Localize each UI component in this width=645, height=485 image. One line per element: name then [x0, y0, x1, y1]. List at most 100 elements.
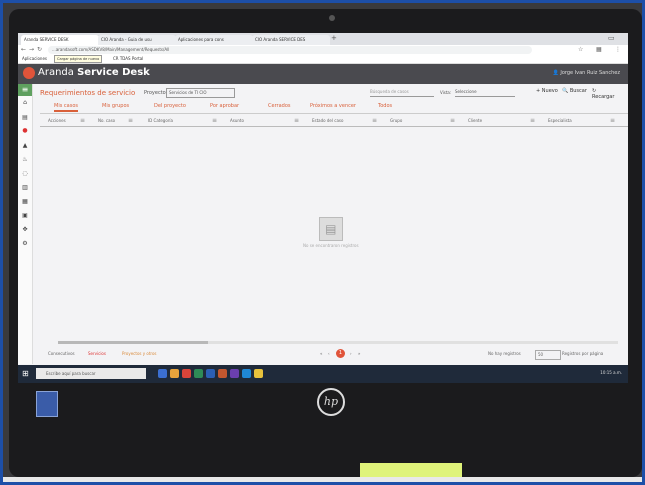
- tab-mis-casos[interactable]: Mis casos: [54, 103, 78, 112]
- last-page-icon[interactable]: »: [358, 351, 360, 356]
- column-header[interactable]: Cliente: [468, 118, 482, 123]
- reload-tooltip: Cargar página de nuevo: [54, 55, 103, 63]
- browser-tab[interactable]: Aranda SERVICE DESK: [21, 35, 99, 45]
- windows-taskbar: ⊞ Escribe aquí para buscar 10:15 a.m.: [18, 365, 628, 383]
- excel-icon[interactable]: [194, 369, 203, 378]
- refresh-button[interactable]: ↻ Recargar: [592, 88, 620, 100]
- new-button[interactable]: + Nuevo: [536, 88, 558, 94]
- system-tray[interactable]: 10:15 a.m.: [600, 370, 622, 375]
- browser-tab[interactable]: CIO Aranda SERVICE DES: [252, 35, 330, 45]
- window-controls-icon[interactable]: ▭: [608, 34, 615, 42]
- explorer-icon[interactable]: [170, 369, 179, 378]
- tab-proximos-a-vencer[interactable]: Próximos a vencer: [310, 103, 356, 109]
- legend-item: Proyectos y otros: [122, 351, 157, 356]
- column-menu-icon[interactable]: ≡: [80, 117, 85, 124]
- alert-icon[interactable]: ●: [21, 127, 29, 135]
- brand-plain: Aranda: [38, 67, 78, 78]
- hamburger-menu-icon[interactable]: ≡: [18, 84, 32, 96]
- outlook-icon[interactable]: [242, 369, 251, 378]
- notes-icon[interactable]: [254, 369, 263, 378]
- hazard-icon[interactable]: ▲: [21, 142, 29, 150]
- column-header[interactable]: Asunto: [230, 118, 244, 123]
- column-menu-icon[interactable]: ≡: [294, 117, 299, 124]
- column-menu-icon[interactable]: ≡: [610, 117, 615, 124]
- aranda-logo-icon: [23, 67, 35, 79]
- bookmark-apps[interactable]: Aplicaciones: [22, 56, 47, 61]
- app-header: Aranda Service Desk 👤 Jorge Ivan Ruiz Sa…: [18, 64, 628, 84]
- browser-menu-icon[interactable]: ⋮: [615, 46, 621, 53]
- bookmarks-bar: Aplicaciones CIO Aranda CR TDAS Portal: [18, 55, 628, 64]
- view-select[interactable]: Seleccione: [455, 89, 515, 97]
- bookmark-item[interactable]: CR TDAS Portal: [113, 56, 143, 61]
- teams-icon[interactable]: [230, 369, 239, 378]
- report-icon[interactable]: ▦: [21, 198, 29, 206]
- taskview-icon[interactable]: [158, 369, 167, 378]
- scrollbar-thumb[interactable]: [58, 341, 208, 344]
- project-label: Proyecto:: [144, 90, 168, 96]
- reload-icon[interactable]: ↻: [37, 46, 42, 53]
- settings-icon[interactable]: ⚙: [21, 240, 29, 248]
- chat-icon[interactable]: ◌: [21, 170, 29, 178]
- legend-item: Consecutivos: [48, 351, 75, 356]
- column-header[interactable]: No. caso: [98, 118, 115, 123]
- address-bar[interactable]: ...arandasoft.com/ASDKV8/Main/Management…: [48, 46, 532, 54]
- clock: 10:15 a.m.: [600, 370, 622, 375]
- back-icon[interactable]: ←: [21, 46, 26, 53]
- current-page[interactable]: 1: [336, 349, 345, 358]
- refresh-button-label: Recargar: [592, 94, 615, 100]
- chrome-icon[interactable]: [182, 369, 191, 378]
- column-menu-icon[interactable]: ≡: [372, 117, 377, 124]
- windows-start-icon[interactable]: ⊞: [22, 369, 29, 378]
- tab-cerrados[interactable]: Cerrados: [268, 103, 291, 109]
- column-header[interactable]: Estado del caso: [312, 118, 343, 123]
- new-button-label: Nuevo: [541, 88, 558, 94]
- horizontal-scrollbar[interactable]: [58, 341, 618, 344]
- page-size-select[interactable]: 50: [535, 350, 561, 360]
- home-icon[interactable]: ⌂: [21, 99, 29, 107]
- column-header[interactable]: Acciones: [48, 118, 66, 123]
- tab-del-proyecto[interactable]: Del proyecto: [154, 103, 186, 109]
- tab-mis-grupos[interactable]: Mis grupos: [102, 103, 129, 109]
- project-select[interactable]: Servicios de TI CIO: [166, 88, 235, 98]
- tab-todos[interactable]: Todos: [378, 103, 392, 109]
- column-menu-icon[interactable]: ≡: [450, 117, 455, 124]
- first-page-icon[interactable]: «: [320, 351, 322, 356]
- tools-icon[interactable]: ✥: [21, 226, 29, 234]
- column-header[interactable]: Especialista: [548, 118, 572, 123]
- hp-logo: hp: [317, 388, 345, 416]
- flame-icon[interactable]: ♨: [21, 156, 29, 164]
- column-header[interactable]: ID Categoría: [148, 118, 173, 123]
- column-menu-icon[interactable]: ≡: [128, 117, 133, 124]
- browser-tab[interactable]: Aplicaciones para cons: [175, 35, 253, 45]
- extensions-icon[interactable]: ▦: [596, 46, 602, 53]
- legend-item: Servicios: [88, 351, 106, 356]
- column-header[interactable]: Grupo: [390, 118, 402, 123]
- star-icon[interactable]: ☆: [578, 46, 583, 53]
- powerpoint-icon[interactable]: [218, 369, 227, 378]
- webcam: [329, 15, 335, 21]
- forward-icon[interactable]: →: [29, 46, 34, 53]
- column-menu-icon[interactable]: ≡: [212, 117, 217, 124]
- taskbar-search-input[interactable]: Escribe aquí para buscar: [36, 368, 146, 379]
- search-button[interactable]: 🔍 Buscar: [562, 88, 587, 94]
- tab-por-aprobar[interactable]: Por aprobar: [210, 103, 239, 109]
- user-menu[interactable]: 👤 Jorge Ivan Ruiz Sanchez: [553, 70, 620, 76]
- page-title: Requerimientos de servicio: [40, 89, 136, 97]
- empty-state-text: No se encontraron registros: [303, 243, 359, 248]
- calendar-icon[interactable]: ▣: [21, 212, 29, 220]
- monitor-screen: Aranda SERVICE DESK CIO Aranda - Guia de…: [18, 33, 628, 383]
- word-icon[interactable]: [206, 369, 215, 378]
- browser-tab[interactable]: CIO Aranda - Guia de usu: [98, 35, 176, 45]
- case-tabs: Mis casos Mis grupos Del proyecto Por ap…: [40, 101, 628, 114]
- new-tab-icon[interactable]: +: [331, 34, 337, 42]
- table-header: Acciones ≡ No. caso ≡ ID Categoría ≡ Asu…: [40, 116, 628, 127]
- view-label: Vista:: [440, 90, 452, 95]
- empty-state: ▤ No se encontraron registros: [303, 217, 359, 248]
- case-icon[interactable]: ▤: [21, 114, 29, 122]
- case-search-input[interactable]: Búsqueda de casos: [370, 89, 434, 97]
- chart-icon[interactable]: ▥: [21, 184, 29, 192]
- next-page-icon[interactable]: ›: [350, 351, 352, 356]
- prev-page-icon[interactable]: ‹: [328, 351, 330, 356]
- column-menu-icon[interactable]: ≡: [530, 117, 535, 124]
- photo-frame: Aranda SERVICE DESK CIO Aranda - Guia de…: [0, 0, 645, 485]
